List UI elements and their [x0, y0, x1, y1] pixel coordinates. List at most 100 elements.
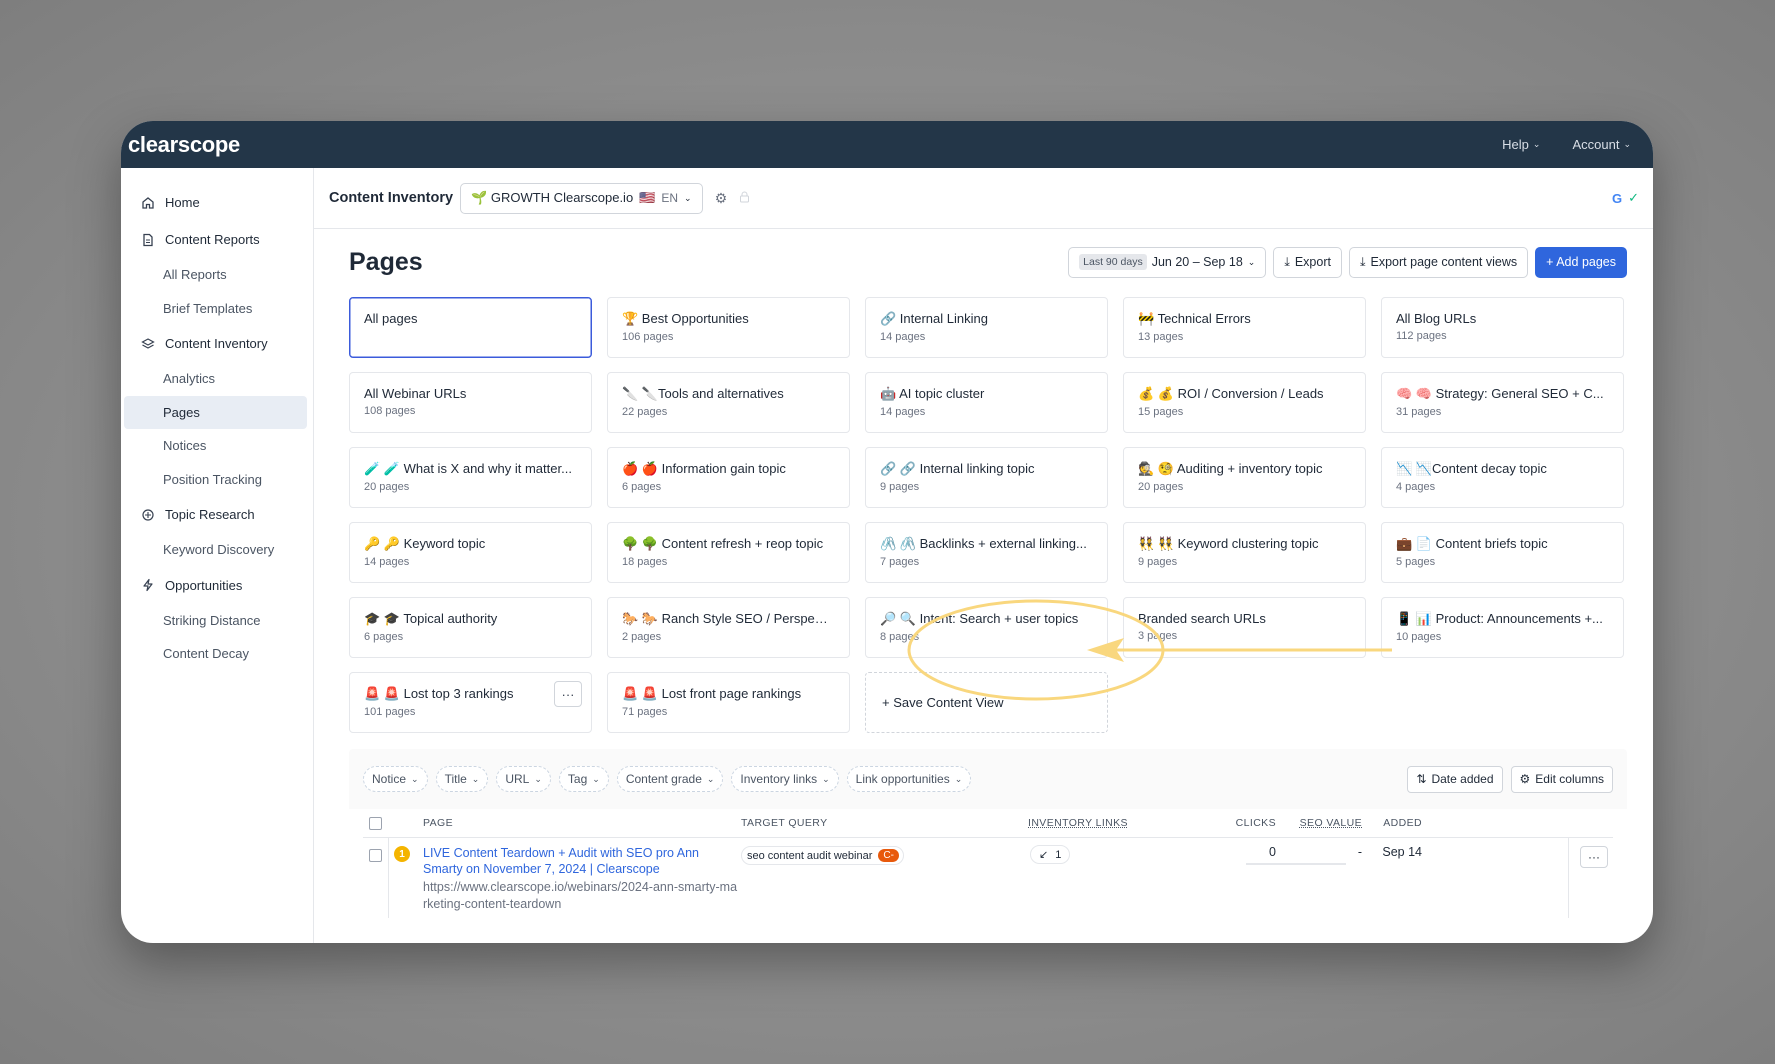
sidebar-item-home[interactable]: Home: [121, 184, 313, 221]
content-view-count: 106 pages: [622, 331, 674, 343]
help-menu[interactable]: Help ⌄: [1502, 137, 1540, 152]
filter-bar: Notice ⌄ Title ⌄ URL ⌄ Tag ⌄ Content grade ⌄ Inven…: [349, 749, 1627, 809]
content-view-count: 22 pages: [622, 406, 668, 418]
content-view-card[interactable]: 🔪 🔪Tools and alternatives 22 pages: [607, 372, 850, 433]
content-view-card[interactable]: 🌳 🌳 Content refresh + reop topic 18 pages: [607, 522, 850, 583]
content-view-card[interactable]: 📱 📊 Product: Announcements +... 10 pages: [1381, 597, 1624, 658]
content-view-card[interactable]: 💼 📄 Content briefs topic 5 pages: [1381, 522, 1624, 583]
export-views-button[interactable]: ⤓ Export page content views: [1348, 246, 1529, 278]
content-view-count: 6 pages: [622, 481, 662, 493]
content-view-card[interactable]: 🎓 🎓 Topical authority 6 pages: [349, 597, 592, 658]
sidebar-item-pages[interactable]: Pages: [124, 395, 307, 429]
content-view-card[interactable]: 🔗 🔗 Internal linking topic 9 pages: [865, 447, 1108, 508]
col-added-header[interactable]: ADDED: [1362, 817, 1422, 829]
content-view-card[interactable]: 📉 📉Content decay topic 4 pages: [1381, 447, 1624, 508]
sidebar-item-all-reports[interactable]: All Reports: [124, 258, 307, 292]
top-bar: clearscope Help ⌄ Account ⌄: [121, 121, 1653, 168]
content-view-card[interactable]: 🚧 Technical Errors 13 pages: [1123, 297, 1366, 358]
content-view-card[interactable]: 🔑 🔑 Keyword topic 14 pages: [349, 522, 592, 583]
content-view-title: 🔎 🔍 Intent: Search + user topics: [880, 611, 1079, 626]
content-view-title: 🎓 🎓 Topical authority: [364, 611, 498, 626]
content-view-card[interactable]: 🚨 🚨 Lost front page rankings 71 pages: [607, 672, 850, 733]
content-view-card[interactable]: 🧪 🧪 What is X and why it matter... 20 pag…: [349, 447, 592, 508]
table-row[interactable]: 1 LIVE Content Teardown + Audit with SEO…: [363, 838, 1613, 918]
content-view-card[interactable]: Branded search URLs 3 pages: [1123, 597, 1366, 658]
content-view-count: 31 pages: [1396, 406, 1442, 418]
filter-chip[interactable]: Inventory links ⌄: [731, 766, 839, 792]
content-view-count: 9 pages: [880, 481, 920, 493]
content-view-count: 15 pages: [1138, 406, 1184, 418]
filter-chip[interactable]: Notice ⌄: [363, 766, 428, 792]
view-more-button[interactable]: ···: [554, 681, 582, 707]
notice-badge: 1: [394, 846, 410, 862]
content-view-card[interactable]: 🐎 🐎 Ranch Style SEO / Perspect... 2 pages: [607, 597, 850, 658]
content-view-title: 🔑 🔑 Keyword topic: [364, 536, 486, 551]
col-clicks-header[interactable]: CLICKS: [1176, 817, 1276, 829]
content-view-card[interactable]: 🚨 🚨 Lost top 3 rankings 101 pages ···: [349, 672, 592, 733]
content-views-grid: All pages 🏆 Best Opportunities 106 pages 🔗 …: [349, 297, 1627, 733]
content-view-card[interactable]: All Webinar URLs 108 pages: [349, 372, 592, 433]
export-button[interactable]: ⤓ Export: [1273, 246, 1342, 278]
save-content-view-button[interactable]: + Save Content View: [865, 672, 1108, 733]
added-date: Sep 14: [1382, 845, 1422, 859]
workspace-selector[interactable]: 🌱 GROWTH Clearscope.io 🇺🇸 EN ⌄: [460, 182, 703, 214]
content-view-card[interactable]: 🤖 AI topic cluster 14 pages: [865, 372, 1108, 433]
account-menu[interactable]: Account ⌄: [1572, 137, 1631, 152]
inventory-links-chip[interactable]: ↙ 1: [1030, 845, 1071, 864]
sidebar-item-opportunities[interactable]: Opportunities: [121, 567, 313, 604]
sidebar-item-content-decay[interactable]: Content Decay: [124, 637, 307, 671]
sidebar-item-position-tracking[interactable]: Position Tracking: [124, 463, 307, 497]
chevron-down-icon: ⌄: [1532, 139, 1541, 149]
col-page-header[interactable]: PAGE: [423, 817, 741, 829]
sort-button[interactable]: ⇅ Date added: [1407, 765, 1503, 793]
content-view-title: 🏆 Best Opportunities: [622, 311, 749, 326]
content-view-card[interactable]: 💰 💰 ROI / Conversion / Leads 15 pages: [1123, 372, 1366, 433]
sidebar-item-striking-distance[interactable]: Striking Distance: [124, 604, 307, 638]
content-view-title: 🔪 🔪Tools and alternatives: [622, 386, 784, 401]
date-range-picker[interactable]: Last 90 days Jun 20 – Sep 18 ⌄: [1068, 246, 1267, 278]
edit-columns-button[interactable]: ⚙ Edit columns: [1510, 765, 1613, 793]
sidebar-item-content-inventory[interactable]: Content Inventory: [121, 325, 313, 362]
content-view-card[interactable]: 🖇️ 🖇️ Backlinks + external linking... 7 p…: [865, 522, 1108, 583]
filter-chip[interactable]: Title ⌄: [435, 766, 489, 792]
filter-chip[interactable]: URL ⌄: [496, 766, 551, 792]
check-icon: ✓: [1628, 190, 1639, 205]
col-links-header[interactable]: INVENTORY LINKS: [1028, 817, 1176, 829]
filter-chip[interactable]: Link opportunities ⌄: [846, 766, 972, 792]
content-view-card[interactable]: 🔎 🔍 Intent: Search + user topics 8 pages: [865, 597, 1108, 658]
target-query-chip[interactable]: seo content audit webinar C-: [741, 846, 904, 865]
page-title-link[interactable]: LIVE Content Teardown + Audit with SEO p…: [423, 845, 741, 877]
row-more-button[interactable]: ···: [1580, 846, 1608, 868]
content-view-card[interactable]: All pages: [349, 297, 592, 358]
content-view-card[interactable]: All Blog URLs 112 pages: [1381, 297, 1624, 358]
select-all-checkbox[interactable]: [369, 816, 382, 830]
filter-chip[interactable]: Content grade ⌄: [616, 766, 724, 792]
sidebar-item-content-reports[interactable]: Content Reports: [121, 221, 313, 258]
content-view-title: 🧪 🧪 What is X and why it matter...: [364, 461, 572, 476]
content-view-title: 🚨 🚨 Lost top 3 rankings: [364, 686, 514, 701]
sidebar-item-brief-templates[interactable]: Brief Templates: [124, 292, 307, 326]
content-view-card[interactable]: 🏆 Best Opportunities 106 pages: [607, 297, 850, 358]
add-pages-button[interactable]: + Add pages: [1535, 246, 1627, 278]
content-view-count: 18 pages: [622, 556, 668, 568]
chevron-down-icon: ⌄: [684, 192, 692, 203]
sidebar-item-notices[interactable]: Notices: [124, 429, 307, 463]
chevron-down-icon: ⌄: [534, 773, 542, 784]
content-view-count: 5 pages: [1396, 556, 1436, 568]
gear-icon[interactable]: ⚙: [715, 190, 728, 207]
download-icon: ⤓: [1359, 254, 1366, 269]
sidebar-item-topic-research[interactable]: Topic Research: [121, 496, 313, 533]
content-view-card[interactable]: 🍎 🍎 Information gain topic 6 pages: [607, 447, 850, 508]
sidebar-item-keyword-discovery[interactable]: Keyword Discovery: [124, 533, 307, 567]
col-seo-header[interactable]: SEO VALUE: [1276, 817, 1362, 829]
content-view-card[interactable]: 🔗 Internal Linking 14 pages: [865, 297, 1108, 358]
content-view-card[interactable]: 🕵️ 🧐 Auditing + inventory topic 20 pages: [1123, 447, 1366, 508]
col-query-header[interactable]: TARGET QUERY: [741, 817, 1028, 829]
sidebar-item-analytics[interactable]: Analytics: [124, 362, 307, 396]
content-view-count: 4 pages: [1396, 481, 1436, 493]
content-view-title: 📉 📉Content decay topic: [1396, 461, 1547, 476]
content-view-card[interactable]: 🧠 🧠 Strategy: General SEO + C... 31 pages: [1381, 372, 1624, 433]
row-checkbox[interactable]: [369, 849, 382, 862]
content-view-card[interactable]: 👯 👯 Keyword clustering topic 9 pages: [1123, 522, 1366, 583]
filter-chip[interactable]: Tag ⌄: [558, 766, 609, 792]
